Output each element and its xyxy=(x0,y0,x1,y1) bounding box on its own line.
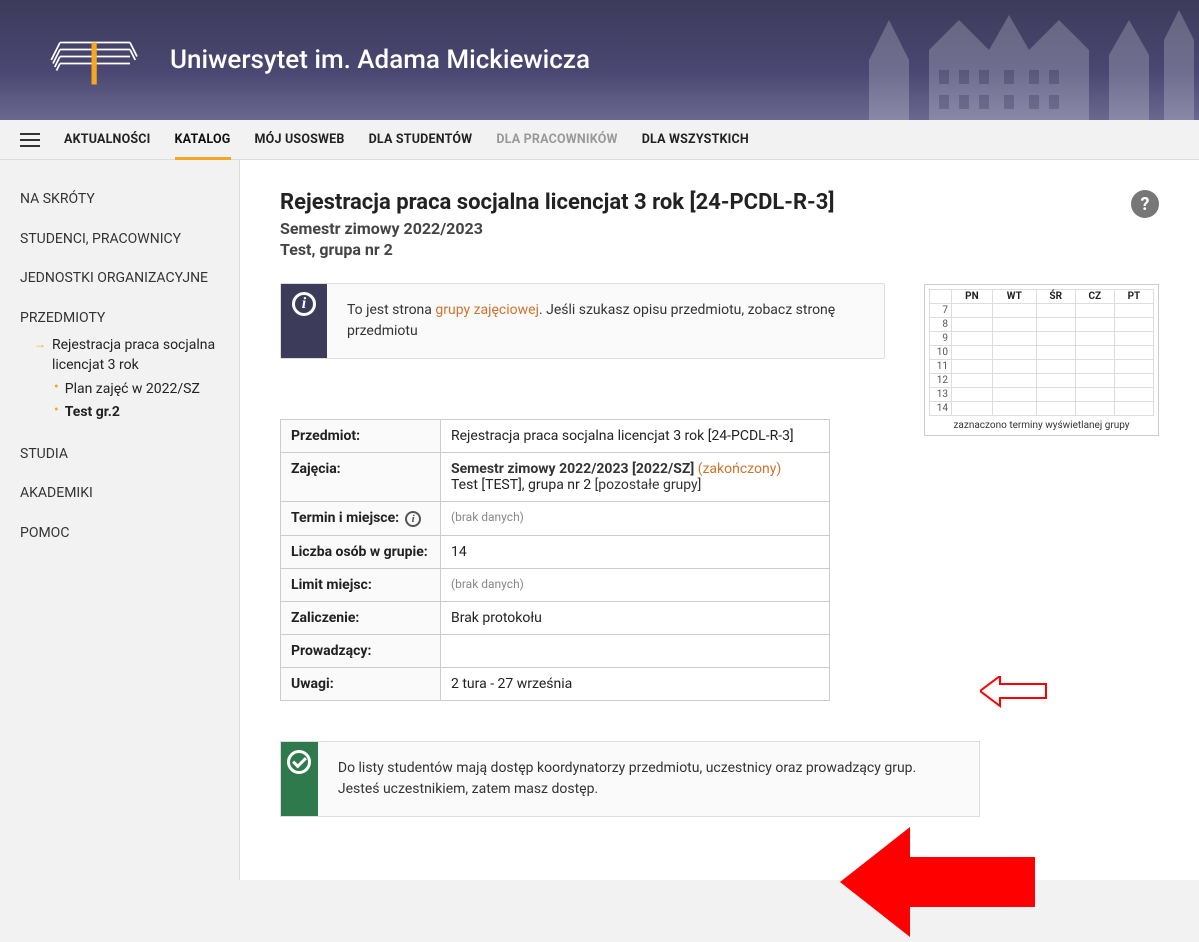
cell-teachers xyxy=(441,635,830,668)
sidebar-studies[interactable]: STUDIA xyxy=(20,445,219,465)
page-title: Rejestracja praca socjalna licencjat 3 r… xyxy=(280,190,1159,215)
nav-catalog[interactable]: KATALOG xyxy=(175,132,231,160)
sidebar-shortcuts[interactable]: NA SKRÓTY xyxy=(20,190,219,210)
tree-course[interactable]: →Rejestracja praca socjalna licencjat 3 … xyxy=(20,334,219,377)
building-silhouette xyxy=(869,0,1199,120)
cell-limit: (brak danych) xyxy=(441,569,830,602)
access-info-box: Do listy studentów mają dostęp koordynat… xyxy=(280,741,980,817)
check-icon xyxy=(287,750,311,774)
university-name: Uniwersytet im. Adama Mickiewicza xyxy=(170,45,590,75)
annotation-arrow-large xyxy=(840,822,1040,942)
university-logo xyxy=(30,20,160,100)
info-icon[interactable]: i xyxy=(405,511,421,527)
page-subtitle-group: Test, grupa nr 2 xyxy=(280,240,1159,259)
hamburger-icon[interactable] xyxy=(20,133,40,147)
top-nav: AKTUALNOŚCI KATALOG MÓJ USOSWEB DLA STUD… xyxy=(0,120,1199,160)
sidebar-units[interactable]: JEDNOSTKI ORGANIZACYJNE xyxy=(20,269,219,289)
info-icon: i xyxy=(292,292,316,316)
annotation-arrow-small xyxy=(980,676,1050,716)
help-icon[interactable]: ? xyxy=(1131,190,1159,218)
cell-course: Rejestracja praca socjalna licencjat 3 r… xyxy=(441,420,830,453)
tree-plan[interactable]: •Plan zajęć w 2022/SZ xyxy=(20,378,219,402)
sidebar-dorms[interactable]: AKADEMIKI xyxy=(20,484,219,504)
nav-news[interactable]: AKTUALNOŚCI xyxy=(64,132,151,147)
page-subtitle-semester: Semestr zimowy 2022/2023 xyxy=(280,219,1159,238)
schedule-preview[interactable]: PN WT ŚR CZ PT 7 8 9 10 11 12 13 14 zazn… xyxy=(924,284,1159,436)
schedule-caption: zaznaczono terminy wyświetlanej grupy xyxy=(929,420,1154,431)
cell-count: 14 xyxy=(441,536,830,569)
sidebar-courses[interactable]: PRZEDMIOTY xyxy=(20,309,219,329)
nav-for-all[interactable]: DLA WSZYSTKICH xyxy=(642,132,749,147)
semester-status: (zakończony) xyxy=(698,461,782,477)
other-groups-link[interactable]: [pozostałe grupy] xyxy=(595,477,702,493)
sidebar-people[interactable]: STUDENCI, PRACOWNICY xyxy=(20,230,219,250)
semester-link[interactable]: Semestr zimowy 2022/2023 [2022/SZ] xyxy=(451,461,694,477)
nav-for-students[interactable]: DLA STUDENTÓW xyxy=(369,132,473,147)
bullet-icon: • xyxy=(54,380,59,400)
group-page-link[interactable]: grupy zajęciowej xyxy=(435,302,539,318)
cell-notes: 2 tura - 27 września xyxy=(441,668,830,701)
cell-classes: Semestr zimowy 2022/2023 [2022/SZ] (zako… xyxy=(441,453,830,502)
details-table: Przedmiot:Rejestracja praca socjalna lic… xyxy=(280,419,830,701)
sidebar: NA SKRÓTY STUDENCI, PRACOWNICY JEDNOSTKI… xyxy=(0,160,240,880)
arrow-icon: → xyxy=(34,336,46,375)
info-box: i To jest strona grupy zajęciowej. Jeśli… xyxy=(280,283,885,359)
tree-current-group[interactable]: •Test gr.2 xyxy=(20,401,219,425)
nav-my-usosweb[interactable]: MÓJ USOSWEB xyxy=(255,132,345,147)
banner: Uniwersytet im. Adama Mickiewicza xyxy=(0,0,1199,120)
cell-time-place: (brak danych) xyxy=(441,502,830,536)
bullet-icon: • xyxy=(54,403,59,423)
main-content: ? Rejestracja praca socjalna licencjat 3… xyxy=(240,160,1199,880)
nav-for-staff: DLA PRACOWNIKÓW xyxy=(496,132,617,147)
sidebar-help[interactable]: POMOC xyxy=(20,524,219,544)
cell-grading: Brak protokołu xyxy=(441,602,830,635)
